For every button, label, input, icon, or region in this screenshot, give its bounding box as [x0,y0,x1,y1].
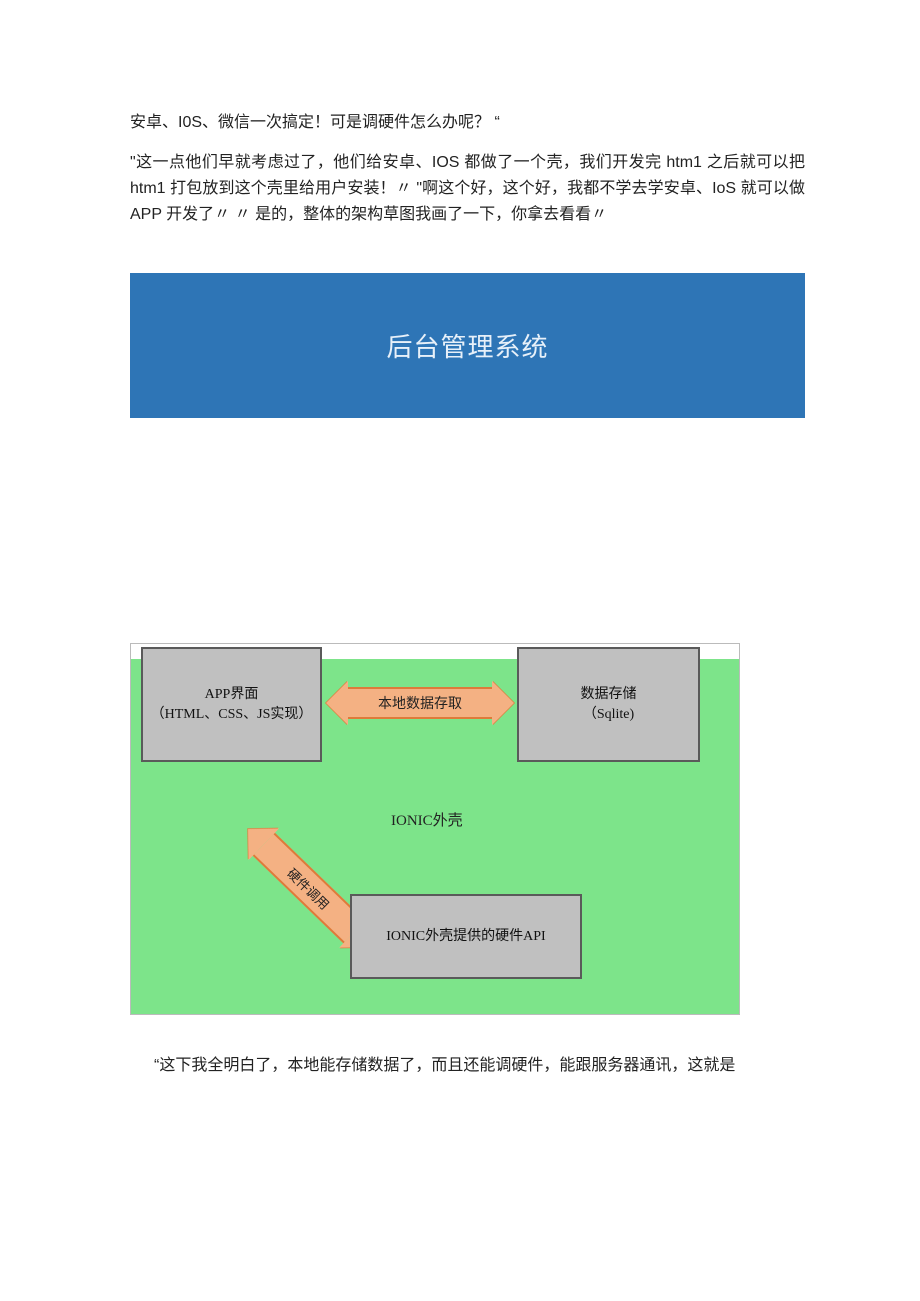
data-storage-box-title: 数据存储 [581,685,637,705]
backend-system-title: 后台管理系统 [386,327,548,364]
diagram-canvas: APP界面 （HTML、CSS、JS实现） 数据存储 （Sqlite) 本地数据… [131,659,739,1014]
arrow-head-right-icon [492,681,514,725]
ionic-api-box-label: IONIC外壳提供的硬件API [386,927,545,947]
document-page: 安卓、I0S、微信一次搞定！可是调硬件怎么办呢？ “ "这一点他们早就考虑过了，… [0,0,920,1301]
backend-system-box: 后台管理系统 [130,273,805,418]
local-data-arrow: 本地数据存取 [326,681,514,725]
hardware-call-arrow-label: 硬件调用 [253,833,366,944]
ionic-shell-label: IONIC外壳 [391,809,463,830]
arrow-head-left-icon [233,813,279,860]
local-data-arrow-label: 本地数据存取 [348,687,492,719]
arrow-head-left-icon [326,681,348,725]
ionic-api-box: IONIC外壳提供的硬件API [350,894,582,979]
app-ui-box-subtitle: （HTML、CSS、JS实现） [151,705,313,725]
paragraph-3: “这下我全明白了，本地能存储数据了，而且还能调硬件，能跟服务器通讯，这就是 [130,1053,805,1079]
architecture-diagram: APP界面 （HTML、CSS、JS实现） 数据存储 （Sqlite) 本地数据… [130,643,740,1015]
data-storage-box: 数据存储 （Sqlite) [517,647,700,762]
paragraph-1: 安卓、I0S、微信一次搞定！可是调硬件怎么办呢？ “ [130,0,805,136]
paragraph-2: "这一点他们早就考虑过了，他们给安卓、IOS 都做了一个壳，我们开发完 htm1… [130,150,805,228]
app-ui-box: APP界面 （HTML、CSS、JS实现） [141,647,322,762]
app-ui-box-title: APP界面 [205,685,259,705]
data-storage-box-subtitle: （Sqlite) [583,705,634,725]
